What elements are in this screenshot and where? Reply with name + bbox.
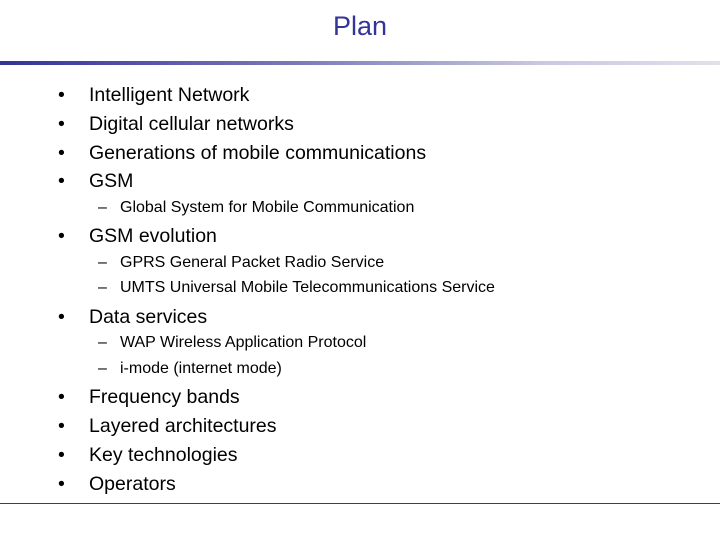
bullet-text: GSM <box>89 170 134 192</box>
bullet-icon: • <box>58 113 65 135</box>
bullet-text: Intelligent Network <box>89 84 250 106</box>
sub-bullet-text: GPRS General Packet Radio Service <box>120 254 385 271</box>
bullet-icon: • <box>58 225 65 247</box>
bullet-icon: • <box>58 415 65 437</box>
dash-icon: – <box>98 334 107 351</box>
bullet-icon: • <box>58 84 65 106</box>
bullet-text: Operators <box>89 473 176 495</box>
bullet-icon: • <box>58 306 65 328</box>
dash-icon: – <box>98 279 107 296</box>
bullet-text: Generations of mobile communications <box>89 142 427 164</box>
dash-icon: – <box>98 254 107 271</box>
sub-bullet-text: Global System for Mobile Communication <box>120 199 415 216</box>
sub-bullet-text: WAP Wireless Application Protocol <box>120 334 367 351</box>
bullet-icon: • <box>58 142 65 164</box>
bullet-icon: • <box>58 444 65 466</box>
bullet-icon: • <box>58 170 65 192</box>
bullet-text: Data services <box>89 306 208 328</box>
dash-icon: – <box>98 360 107 377</box>
dash-icon: – <box>98 199 107 216</box>
sub-bullet-text: i-mode (internet mode) <box>120 360 282 377</box>
sub-bullet-text: UMTS Universal Mobile Telecommunications… <box>120 279 495 296</box>
bullet-text: GSM evolution <box>89 225 217 247</box>
bullet-icon: • <box>58 473 65 495</box>
bullet-text: Layered architectures <box>89 415 277 437</box>
bullet-text: Frequency bands <box>89 386 240 408</box>
bullet-icon: • <box>58 386 65 408</box>
footer-divider <box>0 503 720 504</box>
slide-title: Plan <box>332 11 388 41</box>
title-underline-bar <box>0 61 720 65</box>
bullet-text: Key technologies <box>89 444 238 466</box>
bullet-text: Digital cellular networks <box>89 113 294 135</box>
